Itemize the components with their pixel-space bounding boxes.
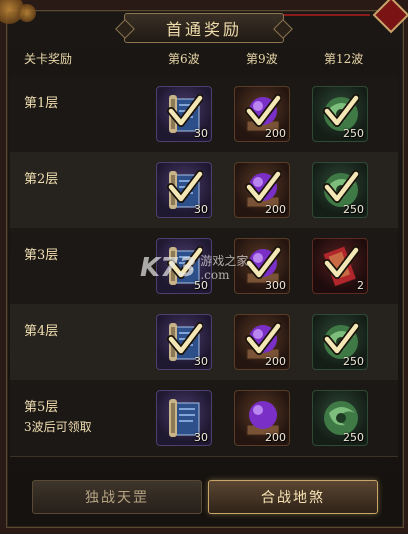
reward-count: 250 bbox=[343, 203, 364, 216]
checkmark-icon bbox=[167, 93, 204, 129]
reward-row-level-5: 第5层 3波后可领取 30 200 250 bbox=[10, 380, 398, 456]
reward-count: 200 bbox=[265, 355, 286, 368]
reward-slot-wave-12[interactable]: 250 bbox=[312, 390, 368, 446]
reward-slot-wave-12[interactable]: 250 bbox=[312, 314, 368, 370]
reward-count: 250 bbox=[343, 431, 364, 444]
reward-slot-wave-12[interactable]: 2 bbox=[312, 238, 368, 294]
reward-slot-wave-9[interactable]: 200 bbox=[234, 86, 290, 142]
reward-count: 200 bbox=[265, 127, 286, 140]
reward-count: 30 bbox=[194, 431, 208, 444]
reward-slot-wave-12[interactable]: 250 bbox=[312, 86, 368, 142]
checkmark-icon bbox=[245, 169, 282, 205]
level-label: 第2层 bbox=[24, 172, 59, 187]
checkmark-icon bbox=[167, 169, 204, 205]
unlock-hint: 3波后可领取 bbox=[24, 420, 92, 434]
reward-count: 30 bbox=[194, 355, 208, 368]
checkmark-icon bbox=[323, 321, 360, 357]
tab-team-battle[interactable]: 合战地煞 bbox=[208, 480, 378, 514]
coin-ornament-icon bbox=[18, 4, 36, 22]
checkmark-icon bbox=[167, 321, 204, 357]
watermark-logo: K73 bbox=[140, 253, 197, 283]
reward-slot-wave-6[interactable]: 30 bbox=[156, 314, 212, 370]
checkmark-icon bbox=[245, 321, 282, 357]
header-wave-12: 第12波 bbox=[324, 51, 364, 66]
header-wave-6: 第6波 bbox=[168, 51, 200, 66]
panel-title: 首通奖励 bbox=[124, 13, 284, 43]
reward-slot-wave-6[interactable]: 30 bbox=[156, 86, 212, 142]
level-label: 第4层 bbox=[24, 324, 59, 339]
site-watermark: K73 游戏之家 .com bbox=[140, 248, 270, 288]
header-level-reward: 关卡奖励 bbox=[24, 51, 73, 66]
level-label: 第1层 bbox=[24, 96, 59, 111]
reward-slot-wave-9[interactable]: 200 bbox=[234, 314, 290, 370]
tab-solo-battle-label: 独战天罡 bbox=[85, 490, 149, 506]
tab-solo-battle[interactable]: 独战天罡 bbox=[32, 480, 202, 514]
checkmark-icon bbox=[323, 245, 360, 281]
reward-slot-wave-9[interactable]: 200 bbox=[234, 162, 290, 218]
reward-count: 2 bbox=[357, 279, 364, 292]
reward-row-level-1: 第1层 30 200 250 bbox=[10, 76, 398, 152]
table-header: 关卡奖励 第6波 第9波 第12波 bbox=[10, 45, 398, 71]
reward-count: 30 bbox=[194, 127, 208, 140]
level-label: 第5层 bbox=[24, 400, 59, 415]
reward-count: 200 bbox=[265, 203, 286, 216]
tab-team-battle-label: 合战地煞 bbox=[261, 490, 325, 506]
reward-slot-wave-6[interactable]: 30 bbox=[156, 162, 212, 218]
reward-row-level-2: 第2层 30 200 250 bbox=[10, 152, 398, 228]
header-wave-9: 第9波 bbox=[246, 51, 278, 66]
reward-slot-wave-12[interactable]: 250 bbox=[312, 162, 368, 218]
watermark-url: .com bbox=[200, 268, 230, 282]
panel-title-text: 首通奖励 bbox=[165, 20, 242, 39]
reward-count: 250 bbox=[343, 127, 364, 140]
checkmark-icon bbox=[323, 93, 360, 129]
checkmark-icon bbox=[323, 169, 360, 205]
reward-slot-wave-6[interactable]: 30 bbox=[156, 390, 212, 446]
level-label: 第3层 bbox=[24, 248, 59, 263]
reward-slot-wave-9[interactable]: 200 bbox=[234, 390, 290, 446]
reward-count: 250 bbox=[343, 355, 364, 368]
reward-count: 200 bbox=[265, 431, 286, 444]
checkmark-icon bbox=[245, 93, 282, 129]
decorative-strip bbox=[280, 14, 370, 16]
row-divider bbox=[10, 456, 398, 457]
reward-row-level-4: 第4层 30 200 250 bbox=[10, 304, 398, 380]
mode-tabs: 独战天罡 合战地煞 bbox=[10, 476, 398, 520]
watermark-text: 游戏之家 bbox=[200, 253, 249, 268]
reward-count: 30 bbox=[194, 203, 208, 216]
